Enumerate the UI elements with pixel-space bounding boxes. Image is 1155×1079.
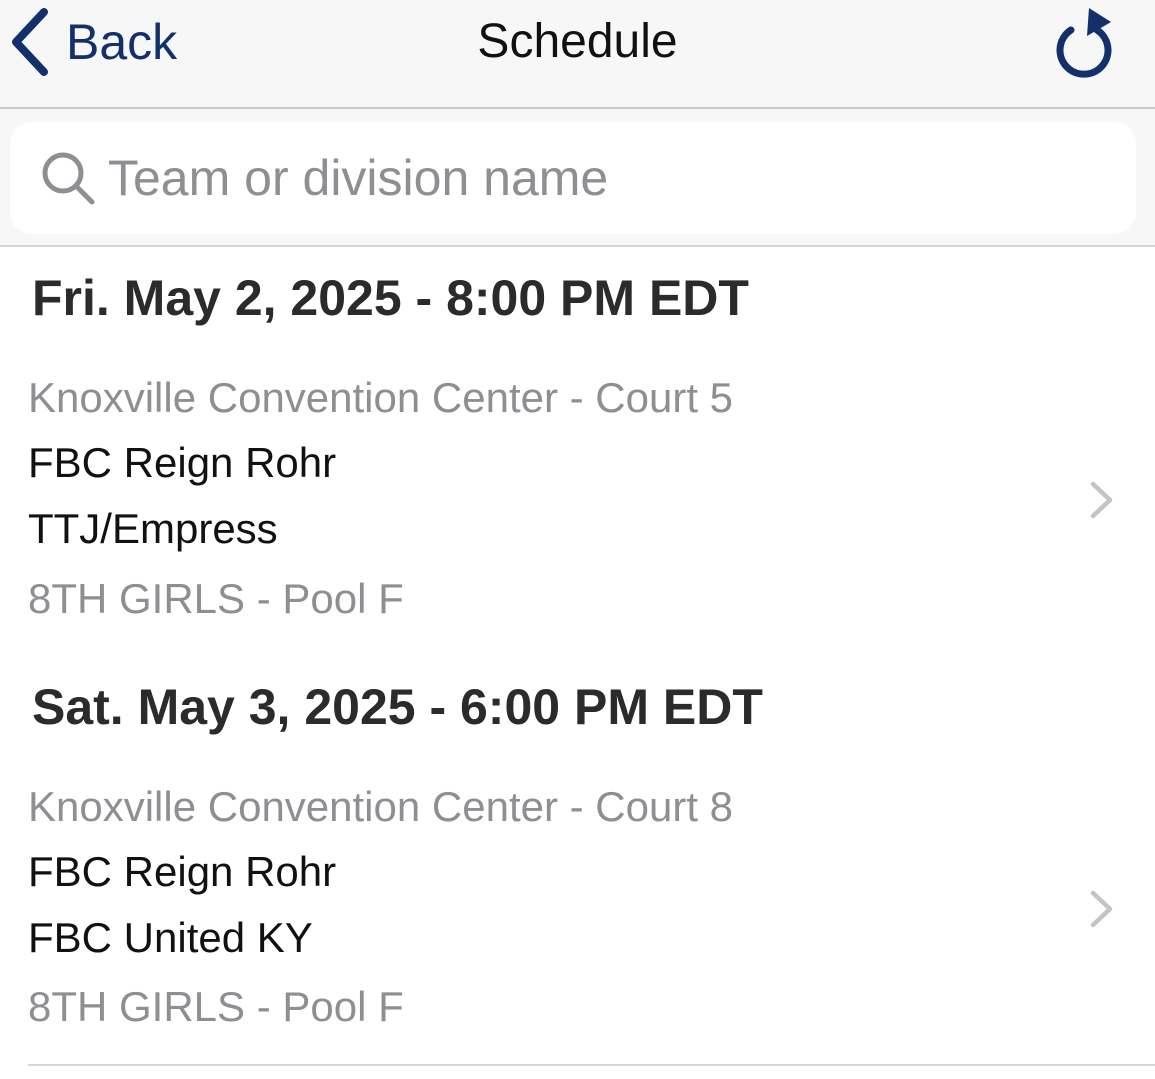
navigation-bar: Back Schedule bbox=[0, 0, 1155, 109]
app-screen: Back Schedule Fri. May 2, 2025 - 8: bbox=[0, 0, 1155, 1079]
chevron-right-icon bbox=[1089, 889, 1115, 934]
game-location: Knoxville Convention Center - Court 5 bbox=[28, 374, 734, 421]
game-team-1: FBC Reign Rohr bbox=[28, 848, 337, 895]
game-team-2: TTJ/Empress bbox=[28, 505, 278, 552]
chevron-right-icon bbox=[1089, 480, 1115, 525]
refresh-button[interactable] bbox=[1049, 2, 1119, 78]
date-header: Sat. May 3, 2025 - 6:00 PM EDT bbox=[32, 679, 763, 735]
date-header: Fri. May 2, 2025 - 8:00 PM EDT bbox=[32, 270, 749, 326]
list-separator bbox=[28, 1064, 1155, 1066]
game-row[interactable]: Knoxville Convention Center - Court 8 FB… bbox=[0, 779, 1155, 1039]
page-title: Schedule bbox=[477, 15, 678, 68]
game-team-2: FBC United KY bbox=[28, 914, 313, 961]
game-team-1: FBC Reign Rohr bbox=[28, 439, 337, 486]
search-box[interactable] bbox=[10, 122, 1136, 234]
game-location: Knoxville Convention Center - Court 8 bbox=[28, 783, 734, 830]
search-input[interactable] bbox=[108, 142, 1108, 214]
game-division: 8TH GIRLS - Pool F bbox=[28, 575, 404, 622]
search-icon bbox=[40, 150, 96, 211]
search-bar-container bbox=[0, 109, 1155, 247]
game-row[interactable]: Knoxville Convention Center - Court 5 FB… bbox=[0, 370, 1155, 630]
game-division: 8TH GIRLS - Pool F bbox=[28, 983, 404, 1030]
refresh-icon bbox=[1049, 8, 1119, 82]
